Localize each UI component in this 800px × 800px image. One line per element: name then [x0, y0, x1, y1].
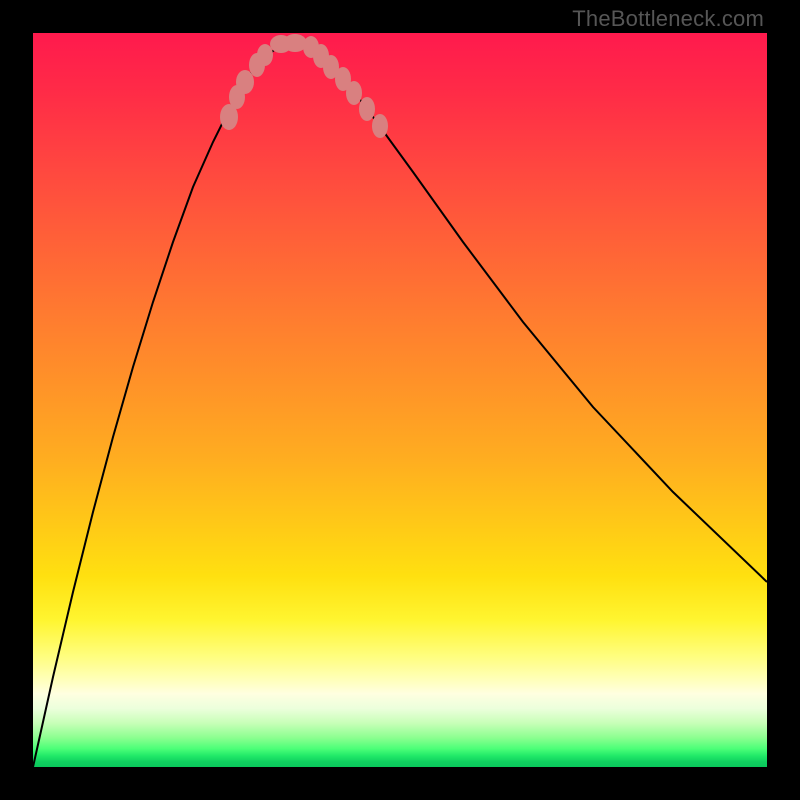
marker-group	[220, 34, 388, 138]
curve-marker	[359, 97, 375, 121]
chart-overlay	[33, 33, 767, 767]
bottleneck-curve	[33, 43, 767, 767]
curve-marker	[236, 70, 254, 94]
watermark-label: TheBottleneck.com	[572, 6, 764, 32]
curve-marker	[257, 44, 273, 66]
chart-frame: TheBottleneck.com	[0, 0, 800, 800]
curve-marker	[372, 114, 388, 138]
curve-marker	[346, 81, 362, 105]
